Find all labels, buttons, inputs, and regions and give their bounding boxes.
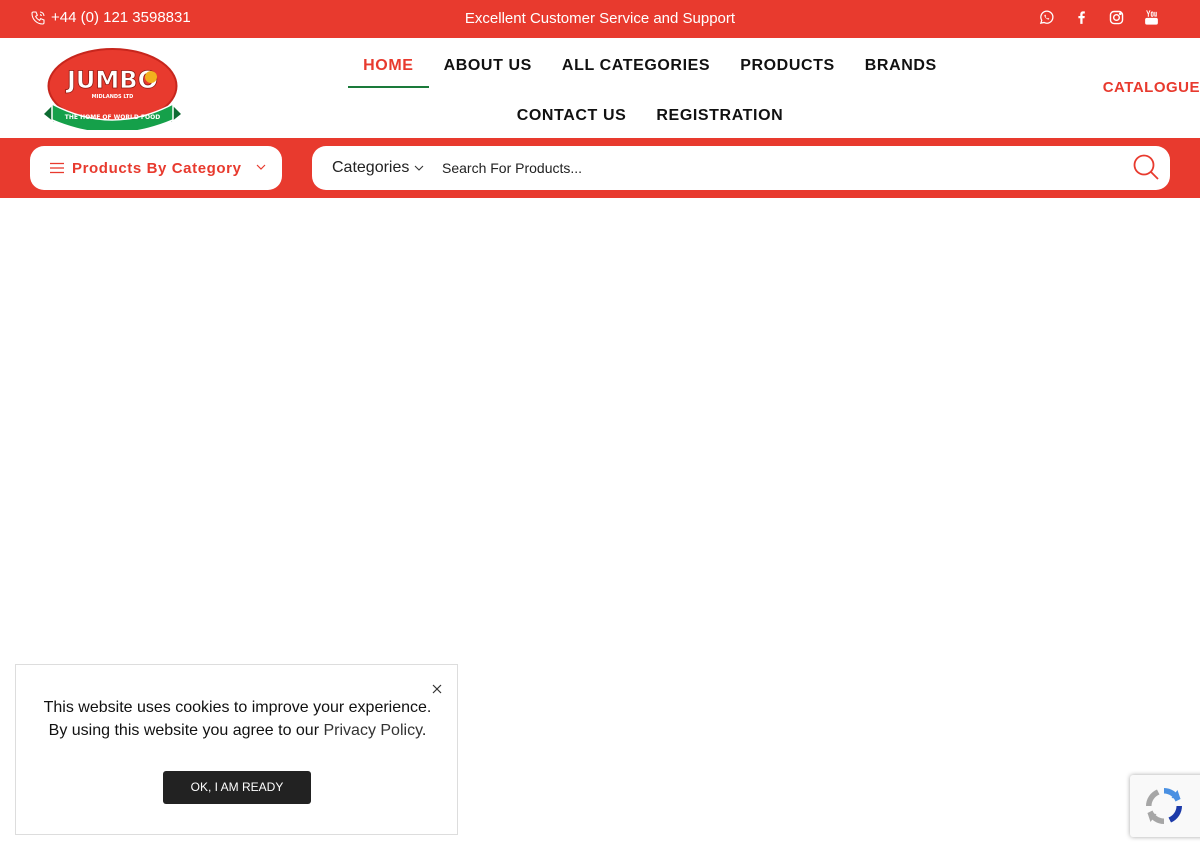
social-links bbox=[1038, 9, 1160, 26]
cookie-message: This website uses cookies to improve you… bbox=[16, 696, 459, 742]
search-input[interactable] bbox=[442, 154, 1102, 182]
logo-subtext: MIDLANDS LTD bbox=[92, 94, 134, 100]
close-icon[interactable] bbox=[431, 683, 443, 695]
category-select[interactable]: Categories bbox=[332, 159, 424, 177]
category-button-label: Products By Category bbox=[72, 159, 242, 177]
top-bar: +44 (0) 121 3598831 Excellent Customer S… bbox=[0, 0, 1200, 38]
nav-home[interactable]: HOME bbox=[348, 56, 429, 88]
youtube-icon[interactable] bbox=[1143, 9, 1160, 26]
nav-all-categories[interactable]: ALL CATEGORIES bbox=[547, 56, 725, 88]
main-nav: HOME ABOUT US ALL CATEGORIES PRODUCTS BR… bbox=[290, 56, 1010, 138]
logo-text: JUMBO bbox=[65, 66, 158, 94]
facebook-icon[interactable] bbox=[1073, 9, 1090, 26]
nav-brands[interactable]: BRANDS bbox=[850, 56, 952, 88]
recaptcha-badge[interactable] bbox=[1130, 775, 1200, 837]
tagline: Excellent Customer Service and Support bbox=[464, 10, 736, 27]
logo-ribbon-text: THE HOME OF WORLD FOOD bbox=[65, 114, 160, 121]
main-header: JUMBO MIDLANDS LTD THE HOME OF WORLD FOO… bbox=[0, 38, 1200, 138]
recaptcha-icon bbox=[1146, 788, 1182, 824]
category-select-label: Categories bbox=[332, 159, 410, 176]
hamburger-icon bbox=[50, 162, 64, 174]
nav-registration[interactable]: REGISTRATION bbox=[641, 106, 798, 138]
nav-products[interactable]: PRODUCTS bbox=[725, 56, 850, 88]
products-by-category-button[interactable]: Products By Category bbox=[30, 146, 282, 190]
cookie-line-2-suffix: . bbox=[421, 722, 427, 739]
privacy-policy-link[interactable]: Privacy Policy bbox=[323, 722, 421, 739]
cookie-line-2-prefix: By using this website you agree to our bbox=[48, 722, 324, 739]
search-icon[interactable] bbox=[1132, 153, 1160, 181]
cookie-line-2: By using this website you agree to our P… bbox=[16, 719, 459, 742]
catalogue-link[interactable]: CATALOGUE bbox=[1103, 79, 1200, 96]
nav-contact-us[interactable]: CONTACT US bbox=[502, 106, 642, 138]
search-bar: Products By Category Categories bbox=[0, 138, 1200, 198]
search-box: Categories bbox=[312, 146, 1170, 190]
instagram-icon[interactable] bbox=[1108, 9, 1125, 26]
cookie-line-1: This website uses cookies to improve you… bbox=[43, 699, 432, 716]
nav-about-us[interactable]: ABOUT US bbox=[429, 56, 547, 88]
whatsapp-icon[interactable] bbox=[1038, 9, 1055, 26]
chevron-down-icon bbox=[414, 165, 424, 171]
chevron-down-icon bbox=[256, 164, 266, 170]
cookie-accept-button[interactable]: OK, I AM READY bbox=[163, 771, 311, 804]
cookie-banner: This website uses cookies to improve you… bbox=[15, 664, 458, 835]
jumbo-logo[interactable]: JUMBO MIDLANDS LTD THE HOME OF WORLD FOO… bbox=[40, 48, 185, 130]
